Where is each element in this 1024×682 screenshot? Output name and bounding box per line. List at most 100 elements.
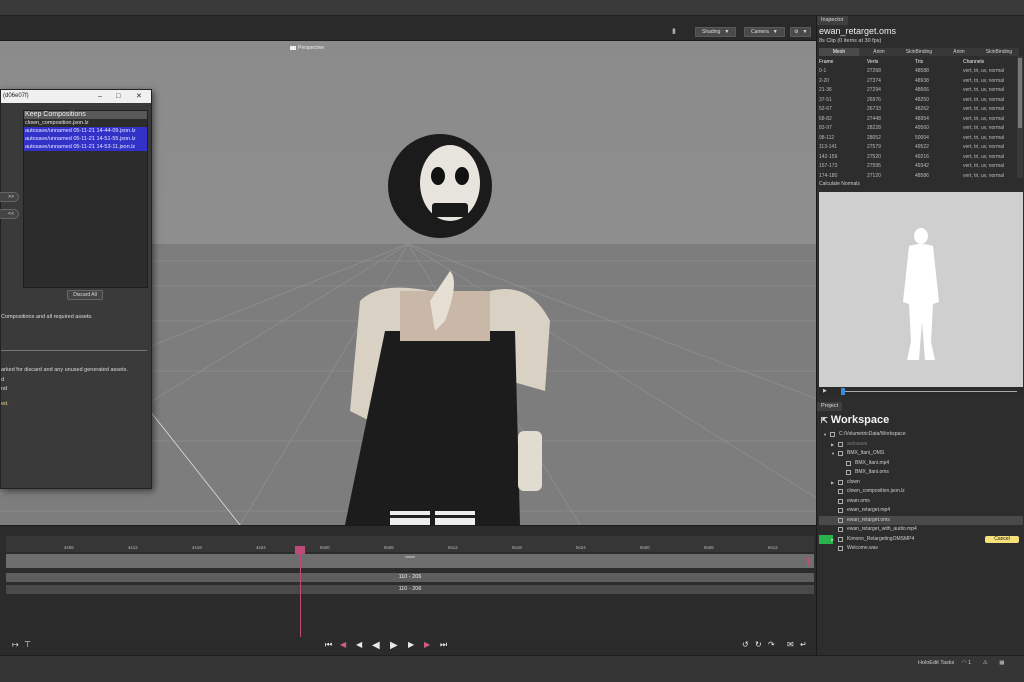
discard-all-button[interactable]: Discard All <box>67 290 103 300</box>
table-row[interactable]: 157-173 27595 49342 vert, tri, uv, normal <box>819 162 1015 172</box>
minimize-icon[interactable]: – <box>98 90 102 103</box>
tree-item[interactable]: ▼ C:/VolumetricData/Workspace <box>819 430 1023 440</box>
tree-item[interactable]: ▶ clown <box>819 478 1023 488</box>
chevron-right-icon[interactable]: ▶ <box>831 478 834 488</box>
tab-anim-2[interactable]: Anim <box>939 48 979 56</box>
table-row[interactable]: 142-156 27520 49216 vert, tri, uv, normal <box>819 152 1015 162</box>
clip-end-handle[interactable] <box>807 557 810 565</box>
list-item[interactable]: autosave/unnamed 05-11-21 14-53-11.json.… <box>24 143 147 151</box>
list-item[interactable]: clown_composition.json.lz <box>24 119 147 127</box>
timeline-panel[interactable]: 4s06 4s12 4s18 4s24 5s00 5s06 5s12 5s18 … <box>0 525 816 638</box>
align-icon[interactable]: ⊤ <box>24 640 31 649</box>
tree-item-label: BMX_Itani.oms <box>855 469 889 475</box>
table-cell: 49522 <box>915 144 929 151</box>
info-text: nd <box>1 386 8 392</box>
list-item[interactable]: autosave/unnamed 05-11-21 14-51-55.json.… <box>24 135 147 143</box>
play-reverse-icon[interactable]: ◀ <box>372 640 380 651</box>
bounce-icon[interactable]: ↷ <box>768 640 775 649</box>
range-end-icon[interactable]: ▶ <box>424 640 430 649</box>
tab-skinbinding-2[interactable]: SkinBinding <box>979 48 1019 56</box>
transport-controls: ↦ ⊤ ⏮ ◀ ◀ ◀ ▶ ▶ ▶ ⏭ ↺ ↻ ↷ ✉ ↵ <box>0 637 816 655</box>
table-cell: 48250 <box>915 96 929 103</box>
time-ruler[interactable]: 4s06 4s12 4s18 4s24 5s00 5s06 5s12 5s18 … <box>6 536 814 552</box>
volumetric-character[interactable] <box>340 131 560 525</box>
spinner-icon: ◠ <box>961 660 967 666</box>
table-row[interactable]: 2-20 27374 48938 vert, tri, uv, normal <box>819 76 1015 86</box>
play-icon[interactable]: ▶ <box>390 640 398 651</box>
table-row[interactable]: 52-67 26733 48262 vert, tri, uv, normal <box>819 105 1015 115</box>
loop-range-icon[interactable]: ↻ <box>755 640 762 649</box>
tree-item[interactable]: clown_composition.json.lz <box>819 487 1023 497</box>
tree-item[interactable]: ▼ BMX_Itani_OMS <box>819 449 1023 459</box>
follow-icon[interactable]: ↵ <box>800 640 807 649</box>
tree-item-label: autosave <box>847 440 868 447</box>
tree-item[interactable]: ewan.oms <box>819 497 1023 507</box>
table-row[interactable]: 37-51 26976 48250 vert, tri, uv, normal <box>819 95 1015 105</box>
tab-skinbinding[interactable]: SkinBinding <box>899 48 939 56</box>
frame-track[interactable]: 110 - 206 <box>6 573 814 582</box>
tree-item[interactable]: BMX_Itani.oms <box>819 468 1023 478</box>
chevron-right-icon[interactable]: ▶ <box>831 535 834 545</box>
tree-item[interactable]: ▶ autosave <box>819 440 1023 450</box>
mesh-preview[interactable] <box>819 192 1023 392</box>
next-frame-icon[interactable]: ▶ <box>408 640 414 649</box>
tab-project[interactable]: Project <box>817 402 843 411</box>
loop-icon[interactable]: ↺ <box>742 640 749 649</box>
audio-icon[interactable]: ✉ <box>787 640 794 649</box>
previous-frame-icon[interactable]: ◀ <box>356 640 362 649</box>
settings-dropdown[interactable]: ⚙ ▼ <box>790 27 812 37</box>
keep-compositions-list[interactable]: Keep Compositions clown_composition.json… <box>23 110 148 288</box>
divider <box>1 350 147 351</box>
tree-item[interactable]: ewan_retarget_with_audio.mp4 <box>819 525 1023 535</box>
move-right-button[interactable]: >> <box>0 192 19 202</box>
skip-end-icon[interactable]: ⏭ <box>440 640 447 650</box>
clip-track[interactable]: clown <box>6 554 814 568</box>
tab-inspector[interactable]: Inspector <box>817 16 848 25</box>
skip-start-icon[interactable]: ⏮ <box>325 640 332 650</box>
fit-range-icon[interactable]: ↦ <box>12 640 19 649</box>
table-row[interactable]: 21-36 27294 48666 vert, tri, uv, normal <box>819 86 1015 96</box>
tasks-indicator[interactable]: HoloEdit Tasks ◠ 1 ⚠ ▦ <box>918 660 1004 666</box>
slider-track[interactable] <box>843 391 1017 392</box>
move-left-button[interactable]: << <box>0 209 19 219</box>
play-icon[interactable]: ▶ <box>823 388 827 394</box>
camera-dropdown[interactable]: Camera ▼ <box>744 27 785 37</box>
tree-item[interactable]: ewan_retarget.mp4 <box>819 506 1023 516</box>
layout-icon[interactable]: ▦ <box>999 660 1004 666</box>
tree-item[interactable]: Welcome.wav <box>819 544 1023 554</box>
camera-label: Camera <box>751 29 769 35</box>
cancel-button[interactable]: Cancel <box>985 535 1019 543</box>
list-item[interactable]: autosave/unnamed 05-11-21 14-44-09.json.… <box>24 127 147 135</box>
lock-icon[interactable]: ▮ <box>672 27 676 35</box>
scrollbar-thumb[interactable] <box>1018 58 1022 128</box>
close-icon[interactable]: ✕ <box>136 90 142 103</box>
range-start-icon[interactable]: ◀ <box>340 640 346 649</box>
chevron-down-icon[interactable]: ▼ <box>831 449 835 459</box>
tab-mesh[interactable]: Mesh <box>819 48 859 56</box>
shading-dropdown[interactable]: Shading ▼ <box>695 27 737 37</box>
table-row[interactable]: 113-141 27579 49522 vert, tri, uv, normal <box>819 143 1015 153</box>
table-row[interactable]: 68-82 27448 48954 vert, tri, uv, normal <box>819 114 1015 124</box>
calculate-normals-label[interactable]: Calculate Normals <box>819 181 860 187</box>
chevron-right-icon[interactable]: ▶ <box>831 440 834 450</box>
table-row[interactable]: 83-97 28228 49560 vert, tri, uv, normal <box>819 124 1015 134</box>
chevron-down-icon[interactable]: ▼ <box>823 430 827 440</box>
table-scrollbar[interactable] <box>1017 56 1023 178</box>
preview-scrubber: ▶ <box>819 387 1023 396</box>
table-cell: 48586 <box>915 172 929 179</box>
frame-range-track[interactable]: 110 - 206 <box>6 585 814 594</box>
slider-thumb[interactable] <box>841 388 845 395</box>
tree-item[interactable]: ▶ Kimono_RetargetingOMSMP4 Cancel <box>819 534 1023 545</box>
table-cell: 27120 <box>867 172 881 179</box>
tick-label: 5s12 <box>448 545 458 550</box>
table-row[interactable]: 0-1 27268 48588 vert, tri, uv, normal <box>819 67 1015 77</box>
table-row[interactable]: 174-180 27120 48586 vert, tri, uv, normal <box>819 171 1015 181</box>
app-window: ▮ Shading ▼ Camera ▼ ⚙ ▼ Perspective (d0… <box>0 0 1024 682</box>
table-row[interactable]: 98-112 28052 50004 vert, tri, uv, normal <box>819 133 1015 143</box>
maximize-icon[interactable]: □ <box>116 90 120 103</box>
clip-label: clown <box>404 554 416 559</box>
warning-icon[interactable]: ⚠ <box>983 660 988 666</box>
tree-item[interactable]: ewan_retarget.oms <box>819 515 1023 525</box>
tree-item[interactable]: BMX_Itani.mp4 <box>819 459 1023 469</box>
tab-anim[interactable]: Anim <box>859 48 899 56</box>
